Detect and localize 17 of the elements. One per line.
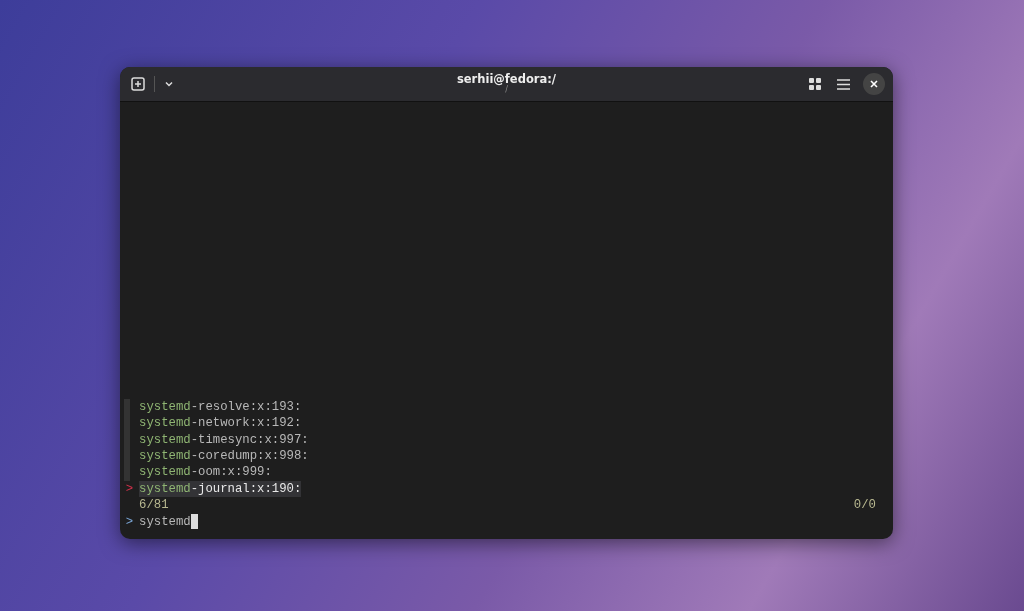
- grid-icon[interactable]: [806, 75, 824, 93]
- match-count: 6/81: [138, 497, 169, 514]
- result-line[interactable]: systemd-resolve:x:193:: [139, 398, 302, 416]
- result-line[interactable]: systemd-network:x:192:: [139, 415, 302, 432]
- close-button[interactable]: [863, 73, 885, 95]
- pointer: >: [124, 480, 135, 498]
- window-title: serhii@fedora:/: [456, 73, 557, 86]
- prompt-symbol: >: [124, 513, 135, 530]
- new-tab-icon[interactable]: [128, 74, 148, 94]
- query-input[interactable]: systemd: [139, 513, 191, 530]
- window-subtitle: /: [505, 85, 508, 95]
- close-icon: [870, 80, 878, 88]
- cursor: [190, 513, 199, 529]
- result-line[interactable]: systemd-timesync:x:997:: [139, 431, 309, 448]
- result-line[interactable]: systemd-oom:x:999:: [139, 464, 272, 481]
- selection-count: 0/0: [853, 497, 876, 514]
- result-line[interactable]: systemd-coredump:x:998:: [139, 447, 309, 465]
